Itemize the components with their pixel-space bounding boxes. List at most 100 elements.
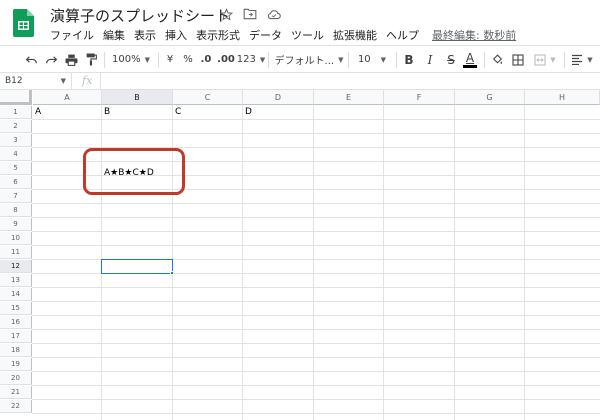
chevron-down-icon: ▼ bbox=[338, 55, 344, 64]
text-color-swatch bbox=[463, 64, 477, 68]
more-formats-select[interactable]: 123 ▼ bbox=[237, 46, 265, 73]
grid-line bbox=[383, 105, 384, 420]
row-header[interactable]: 18 bbox=[0, 344, 32, 357]
star-icon[interactable] bbox=[218, 6, 234, 22]
row-header[interactable]: 13 bbox=[0, 274, 32, 287]
column-header[interactable]: B bbox=[102, 90, 173, 105]
menu-file[interactable]: ファイル bbox=[50, 27, 94, 43]
selected-cell-b12[interactable] bbox=[101, 259, 173, 274]
row-header[interactable]: 1 bbox=[0, 106, 32, 119]
menu-edit[interactable]: 編集 bbox=[103, 27, 125, 43]
bold-button[interactable]: B bbox=[400, 46, 418, 73]
decrease-decimal-label: .0 bbox=[200, 54, 212, 65]
column-header[interactable]: G bbox=[455, 90, 525, 105]
strikethrough-button[interactable]: S bbox=[442, 46, 460, 73]
column-header[interactable]: C bbox=[173, 90, 243, 105]
select-all-corner[interactable] bbox=[0, 90, 32, 105]
chevron-down-icon: ▼ bbox=[60, 77, 66, 85]
cloud-saved-icon[interactable] bbox=[266, 6, 282, 22]
last-edit-link[interactable]: 最終編集: 数秒前 bbox=[432, 27, 516, 43]
grid-line bbox=[32, 371, 600, 372]
fill-color-icon[interactable] bbox=[488, 46, 506, 73]
fill-handle[interactable] bbox=[170, 271, 174, 275]
row-header[interactable]: 2 bbox=[0, 120, 32, 133]
redo-icon[interactable] bbox=[42, 46, 60, 73]
menu-help[interactable]: ヘルプ bbox=[386, 27, 419, 43]
grid-line bbox=[32, 245, 600, 246]
grid-line bbox=[32, 231, 600, 232]
name-box[interactable]: B12 ▼ bbox=[0, 73, 72, 89]
grid-line bbox=[32, 413, 600, 414]
font-family-value: デフォルト... bbox=[274, 56, 335, 67]
row-header[interactable]: 16 bbox=[0, 316, 32, 329]
chevron-down-icon: ▼ bbox=[550, 55, 556, 64]
font-size-select[interactable]: 10 ▼ bbox=[352, 46, 392, 73]
toolbar-divider bbox=[158, 52, 159, 68]
grid-line bbox=[32, 217, 600, 218]
grid-line bbox=[313, 105, 314, 420]
font-family-select[interactable]: デフォルト... ▼ bbox=[274, 46, 344, 73]
toolbar: 100% ▼ ¥ % .0 .00 123 ▼ デフォルト... ▼ 10 ▼ B I … bbox=[0, 45, 600, 73]
merge-cells-icon[interactable]: ▼ bbox=[530, 46, 560, 73]
row-header[interactable]: 20 bbox=[0, 372, 32, 385]
formula-bar: B12 ▼ fx bbox=[0, 73, 600, 90]
grid-line bbox=[32, 357, 600, 358]
decrease-decimal-button[interactable]: .0 bbox=[197, 46, 215, 73]
document-title[interactable]: 演算子のスプレッドシート bbox=[50, 5, 230, 26]
menu-view[interactable]: 表示 bbox=[134, 27, 156, 43]
menu-insert[interactable]: 挿入 bbox=[165, 27, 187, 43]
column-header[interactable]: E bbox=[314, 90, 384, 105]
paint-format-icon[interactable] bbox=[82, 46, 100, 73]
row-header[interactable]: 7 bbox=[0, 190, 32, 203]
row-header[interactable]: 4 bbox=[0, 148, 32, 161]
column-header[interactable]: D bbox=[243, 90, 314, 105]
percent-format-button[interactable]: % bbox=[180, 46, 196, 73]
row-header[interactable]: 17 bbox=[0, 330, 32, 343]
menu-tools[interactable]: ツール bbox=[291, 27, 324, 43]
row-header[interactable]: 5 bbox=[0, 162, 32, 175]
grid-line bbox=[32, 287, 600, 288]
grid-line bbox=[32, 301, 600, 302]
row-header[interactable]: 11 bbox=[0, 246, 32, 259]
grid-line bbox=[32, 385, 600, 386]
row-header[interactable]: 6 bbox=[0, 176, 32, 189]
row-header[interactable]: 14 bbox=[0, 288, 32, 301]
zoom-select[interactable]: 100% ▼ bbox=[108, 46, 154, 73]
italic-button[interactable]: I bbox=[421, 46, 439, 73]
row-header[interactable]: 9 bbox=[0, 218, 32, 231]
cell-b1[interactable]: B bbox=[104, 106, 110, 119]
toolbar-divider bbox=[348, 52, 349, 68]
borders-icon[interactable] bbox=[509, 46, 527, 73]
sheets-logo-icon[interactable] bbox=[13, 9, 34, 37]
undo-icon[interactable] bbox=[22, 46, 40, 73]
toolbar-divider bbox=[104, 52, 105, 68]
row-header[interactable]: 22 bbox=[0, 400, 32, 413]
column-header[interactable]: F bbox=[384, 90, 455, 105]
row-header[interactable]: 8 bbox=[0, 204, 32, 217]
row-header[interactable]: 21 bbox=[0, 386, 32, 399]
horizontal-align-icon[interactable]: ▼ bbox=[568, 46, 596, 73]
menu-format[interactable]: 表示形式 bbox=[196, 27, 240, 43]
row-header[interactable]: 19 bbox=[0, 358, 32, 371]
column-header[interactable]: H bbox=[525, 90, 600, 105]
print-icon[interactable] bbox=[62, 46, 80, 73]
menu-extensions[interactable]: 拡張機能 bbox=[333, 27, 377, 43]
grid-line bbox=[32, 399, 600, 400]
row-header[interactable]: 3 bbox=[0, 134, 32, 147]
annotation-highlight-box bbox=[83, 148, 185, 195]
chevron-down-icon: ▼ bbox=[380, 55, 387, 64]
increase-decimal-button[interactable]: .00 bbox=[216, 46, 236, 73]
row-header[interactable]: 10 bbox=[0, 232, 32, 245]
more-formats-label: 123 bbox=[236, 54, 256, 65]
move-folder-icon[interactable] bbox=[242, 6, 258, 22]
text-color-button[interactable]: A bbox=[461, 46, 479, 73]
currency-format-button[interactable]: ¥ bbox=[162, 46, 178, 73]
row-header[interactable]: 15 bbox=[0, 302, 32, 315]
cell-d1[interactable]: D bbox=[245, 106, 252, 119]
menu-data[interactable]: データ bbox=[249, 27, 282, 43]
cell-c1[interactable]: C bbox=[175, 106, 181, 119]
formula-input[interactable] bbox=[100, 73, 600, 89]
cell-a1[interactable]: A bbox=[35, 106, 41, 119]
column-header[interactable]: A bbox=[33, 90, 102, 105]
row-header[interactable]: 12 bbox=[0, 260, 32, 273]
